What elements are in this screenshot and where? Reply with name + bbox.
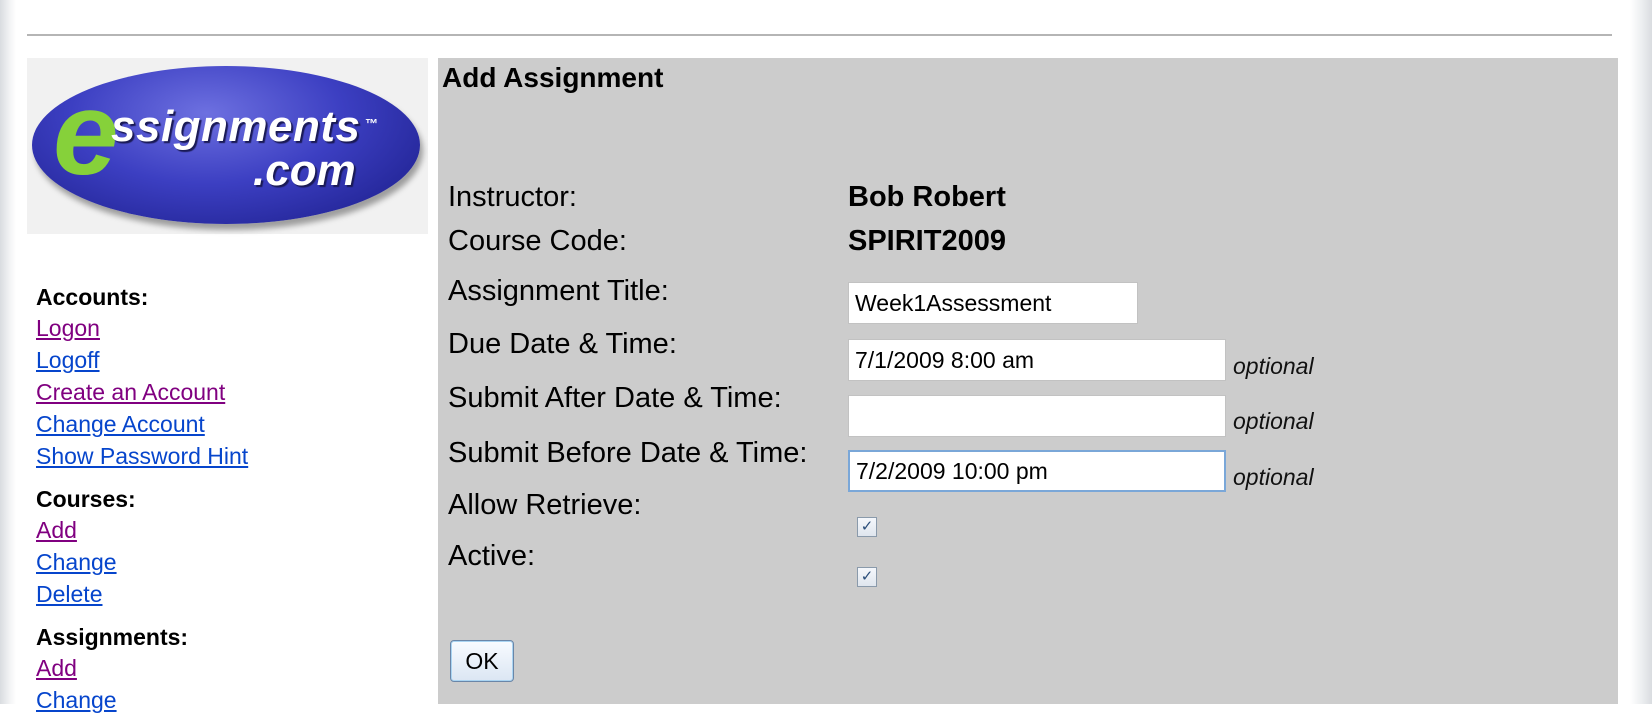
allow-retrieve-label: Allow Retrieve: — [448, 489, 642, 521]
top-divider — [27, 34, 1612, 36]
active-label: Active: — [448, 540, 536, 572]
logo-domain: .com — [253, 146, 356, 195]
assignment-title-input[interactable] — [848, 282, 1138, 324]
submit-before-label: Submit Before Date & Time: — [448, 437, 808, 469]
nav-course-delete-link[interactable]: Delete — [36, 578, 416, 610]
nav-assignment-add-link[interactable]: Add — [36, 652, 416, 684]
active-row: Active: — [438, 532, 1618, 580]
course-code-value: SPIRIT2009 — [848, 225, 1006, 257]
due-date-label: Due Date & Time: — [448, 328, 677, 360]
add-assignment-panel: Add Assignment Instructor: Bob Robert Co… — [438, 58, 1618, 704]
submit-after-label: Submit After Date & Time: — [448, 382, 782, 414]
course-code-row: Course Code: SPIRIT2009 — [438, 217, 1618, 265]
nav-assignment-change-link[interactable]: Change — [36, 684, 416, 716]
page-title: Add Assignment — [442, 62, 664, 93]
allow-retrieve-row: Allow Retrieve: — [438, 481, 1618, 529]
logo-trademark: ™ — [365, 116, 378, 131]
accounts-heading: Accounts: — [36, 284, 149, 310]
courses-heading: Courses: — [36, 486, 136, 512]
ok-button[interactable]: OK — [450, 640, 514, 682]
site-logo[interactable]: e ssignments ™ .com — [27, 58, 428, 234]
assignments-heading: Assignments: — [36, 624, 189, 650]
active-checkbox[interactable]: ✓ — [857, 567, 877, 587]
assignment-title-label: Assignment Title: — [448, 275, 669, 307]
sidebar-nav: Accounts: Logon Logoff Create an Account… — [36, 282, 416, 716]
nav-logon-link[interactable]: Logon — [36, 312, 416, 344]
nav-logoff-link[interactable]: Logoff — [36, 344, 416, 376]
instructor-label: Instructor: — [448, 181, 577, 213]
instructor-row: Instructor: Bob Robert — [438, 173, 1618, 221]
course-code-label: Course Code: — [448, 225, 627, 257]
nav-course-change-link[interactable]: Change — [36, 546, 416, 578]
nav-create-account-link[interactable]: Create an Account — [36, 376, 416, 408]
logo-e-letter: e — [53, 68, 119, 200]
logo-wordmark: ssignments — [111, 102, 361, 151]
nav-show-password-hint-link[interactable]: Show Password Hint — [36, 440, 416, 472]
instructor-value: Bob Robert — [848, 181, 1006, 213]
nav-course-add-link[interactable]: Add — [36, 514, 416, 546]
nav-change-account-link[interactable]: Change Account — [36, 408, 416, 440]
